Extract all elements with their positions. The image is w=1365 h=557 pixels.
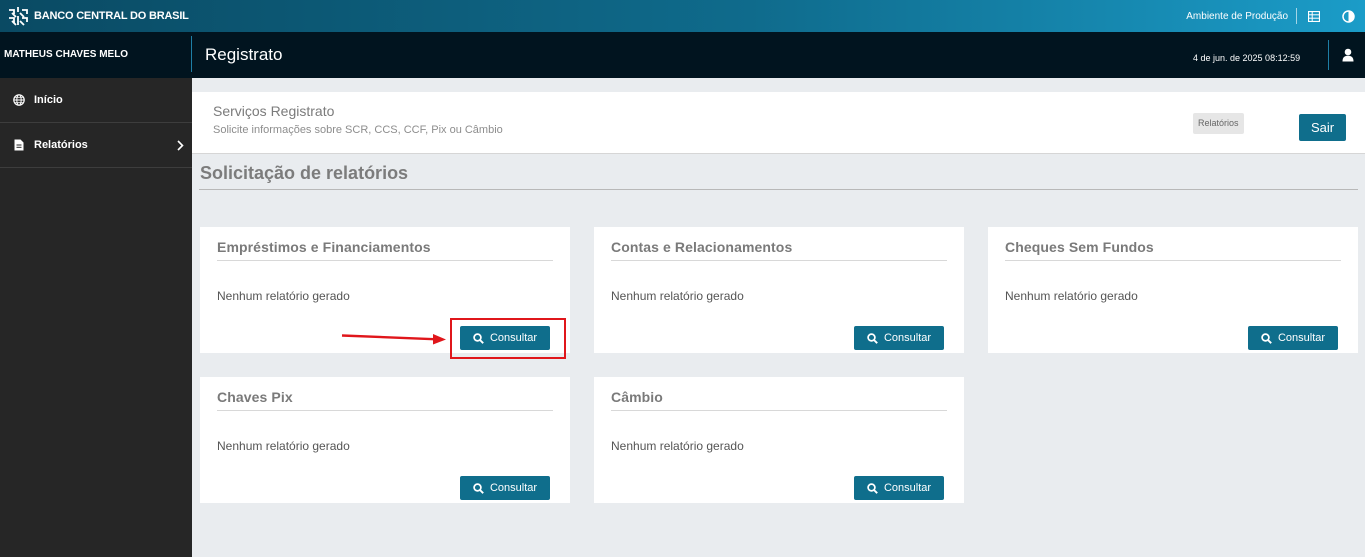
sidebar-item-inicio[interactable]: Início [0,78,192,123]
card-title: Empréstimos e Financiamentos [217,239,431,255]
card-status: Nenhum relatório gerado [217,439,350,453]
search-icon [867,332,878,344]
table-icon[interactable] [1297,0,1331,32]
service-subtitle: Solicite informações sobre SCR, CCS, CCF… [213,124,503,136]
contrast-icon[interactable] [1331,0,1365,32]
app-title: Registrato [205,45,283,64]
card-status: Nenhum relatório gerado [611,439,744,453]
sidebar-item-relatorios[interactable]: Relatórios [0,123,192,168]
consult-button-label: Consultar [883,332,932,344]
search-icon [1261,332,1272,344]
service-title: Serviços Registrato [213,103,335,119]
user-name: MATHEUS CHAVES MELO [4,49,129,60]
card-divider [217,260,553,261]
consult-button[interactable]: Consultar [1248,326,1338,350]
card-title: Câmbio [611,389,663,405]
divider [191,36,192,72]
chevron-right-icon [177,138,184,156]
card-title: Contas e Relacionamentos [611,239,793,255]
section-title: Solicitação de relatórios [200,163,409,183]
card-status: Nenhum relatório gerado [1005,289,1138,303]
card-title: Chaves Pix [217,389,293,405]
search-icon [473,482,484,494]
card-cambio: Câmbio Nenhum relatório gerado Consultar [594,377,964,503]
card-contas: Contas e Relacionamentos Nenhum relatóri… [594,227,964,353]
timestamp: 4 de jun. de 2025 08:12:59 [1193,53,1301,63]
card-chaves-pix: Chaves Pix Nenhum relatório gerado Consu… [200,377,570,503]
consult-button-label: Consultar [883,482,932,494]
breadcrumb-tag[interactable]: Relatórios [1193,113,1244,134]
card-status: Nenhum relatório gerado [611,289,744,303]
document-icon [12,138,26,152]
section-divider [199,189,1358,190]
top-bar: BANCO CENTRAL DO BRASIL Ambiente de Prod… [0,0,1365,32]
annotation-highlight-box [450,318,566,359]
card-divider [217,410,553,411]
sidebar: Início Relatórios [0,78,192,557]
environment-label: Ambiente de Produção [1186,10,1288,22]
sidebar-item-label: Início [34,94,63,106]
consult-button-label: Consultar [1277,332,1326,344]
globe-icon [12,93,26,107]
card-title: Cheques Sem Fundos [1005,239,1154,255]
card-divider [611,260,947,261]
card-status: Nenhum relatório gerado [217,289,350,303]
consult-button[interactable]: Consultar [460,476,550,500]
exit-button[interactable]: Sair [1299,114,1346,141]
brand[interactable]: BANCO CENTRAL DO BRASIL [6,4,189,28]
brand-name: BANCO CENTRAL DO BRASIL [34,10,189,22]
header-bar: MATHEUS CHAVES MELO Registrato 4 de jun.… [0,32,1365,78]
sidebar-item-label: Relatórios [34,139,88,151]
consult-button-label: Consultar [489,482,538,494]
user-icon[interactable] [1336,42,1360,68]
card-divider [611,410,947,411]
consult-button[interactable]: Consultar [854,326,944,350]
bcb-logo-icon [9,7,28,26]
divider [1328,40,1329,70]
search-icon [867,482,878,494]
service-header: Serviços Registrato Solicite informações… [192,92,1365,154]
annotation-arrow-icon [341,334,446,345]
consult-button[interactable]: Consultar [854,476,944,500]
card-cheques: Cheques Sem Fundos Nenhum relatório gera… [988,227,1358,353]
card-divider [1005,260,1341,261]
